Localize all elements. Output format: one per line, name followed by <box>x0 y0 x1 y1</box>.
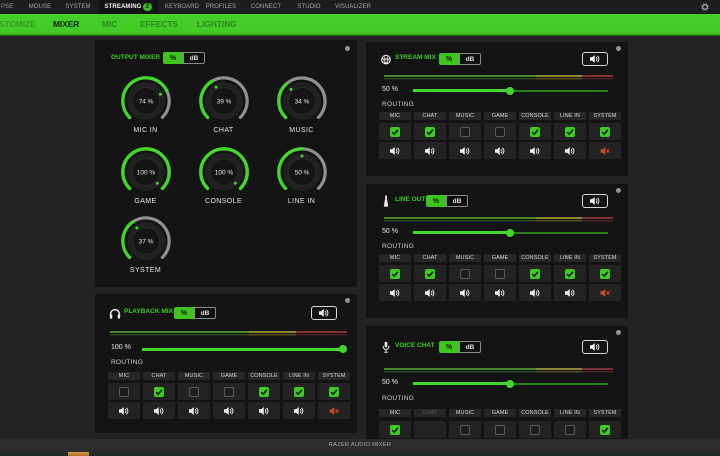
svg-text:50 %: 50 % <box>294 169 309 176</box>
svg-text:37 %: 37 % <box>138 239 153 246</box>
svg-text:100 %: 100 % <box>136 169 155 176</box>
svg-text:34 %: 34 % <box>294 98 309 105</box>
svg-text:39 %: 39 % <box>216 98 231 105</box>
svg-text:100 %: 100 % <box>214 169 233 176</box>
svg-text:74 %: 74 % <box>138 98 153 105</box>
